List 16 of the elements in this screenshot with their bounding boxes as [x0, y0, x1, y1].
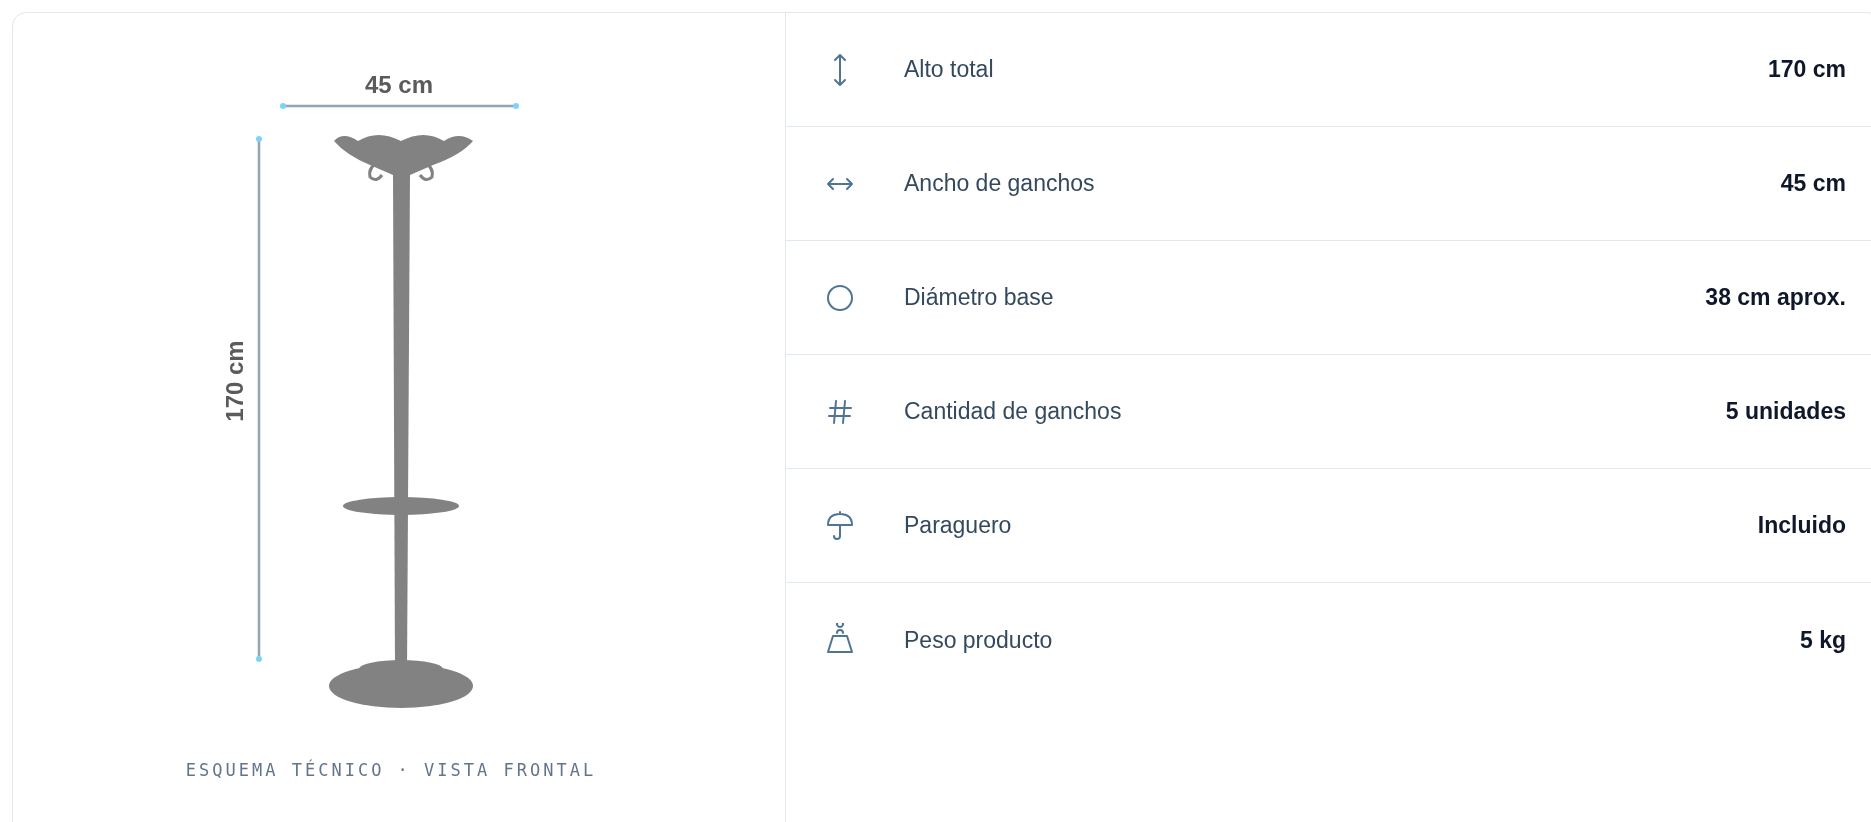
- spec-label: Peso producto: [904, 626, 1054, 654]
- spec-label: Paraguero: [904, 512, 1013, 539]
- drawing-caption: ESQUEMA TÉCNICO · VISTA FRONTAL: [184, 760, 598, 780]
- spec-value: 38 cm aprox.: [1705, 284, 1846, 311]
- spec-value: Incluido: [1757, 512, 1846, 539]
- umbrella-icon: [826, 508, 854, 543]
- spec-value: 45 cm: [1780, 170, 1846, 197]
- width-dimension-label: 45 cm: [364, 71, 434, 98]
- spec-label: Diámetro base: [904, 284, 1055, 311]
- spec-value: 5 kg: [1799, 626, 1846, 654]
- spec-label: Ancho de ganchos: [904, 170, 1096, 197]
- spec-label: Alto total: [904, 56, 995, 83]
- spec-label: Cantidad de ganchos: [904, 398, 1123, 425]
- spec-value: 5 unidades: [1725, 398, 1846, 425]
- height-dimension-label: 170 cm: [221, 340, 248, 422]
- spec-value: 170 cm: [1768, 56, 1846, 83]
